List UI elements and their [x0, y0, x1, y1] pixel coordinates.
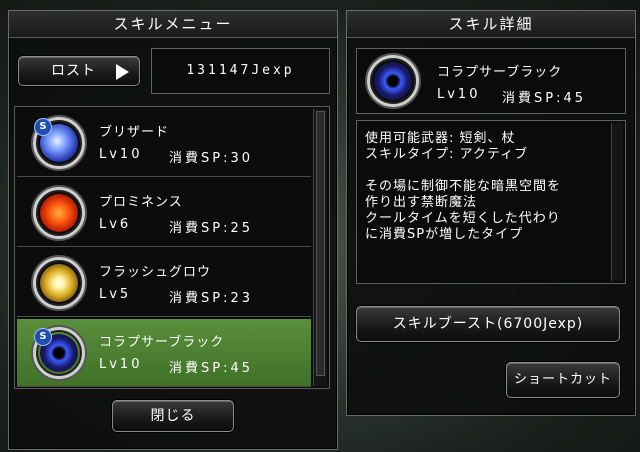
skill-sp-cost: 消費SP:45 — [169, 361, 254, 376]
skill-type-badge: S — [34, 328, 52, 346]
lost-button-label: ロスト — [51, 63, 96, 79]
skill-name: フラッシュグロウ — [99, 265, 212, 280]
shortcut-button[interactable]: ショートカット — [506, 362, 620, 398]
blizzard-icon: S — [33, 117, 85, 169]
scrollbar-thumb[interactable] — [316, 111, 325, 376]
skill-name: コラプサーブラック — [99, 335, 225, 350]
skill-boost-button[interactable]: スキルブースト(6700Jexp) — [356, 306, 620, 342]
skill-name: ブリザード — [99, 125, 170, 140]
lost-button[interactable]: ロスト — [18, 56, 140, 86]
description-line: に消費SPが増したタイプ — [365, 227, 524, 242]
skill-row-blizzard[interactable]: S ブリザード Lv10 消費SP:30 — [17, 109, 311, 177]
skill-name: プロミネンス — [99, 195, 183, 210]
skill-sp-cost: 消費SP:23 — [169, 291, 254, 306]
detail-skill-sp-cost: 消費SP:45 — [502, 91, 587, 106]
prominence-icon — [33, 187, 85, 239]
collapsar-black-icon — [367, 55, 419, 107]
skill-detail-header: コラプサーブラック Lv10 消費SP:45 — [356, 48, 626, 114]
skill-list-scrollbar[interactable] — [313, 109, 327, 386]
skill-level: Lv5 — [99, 287, 132, 302]
skill-sp-cost: 消費SP:25 — [169, 221, 254, 236]
detail-skill-name: コラプサーブラック — [437, 65, 563, 80]
skill-list: S ブリザード Lv10 消費SP:30 プロミネンス Lv6 消費SP:25 … — [14, 106, 330, 389]
skill-level: Lv10 — [99, 357, 143, 372]
flash-glow-icon — [33, 257, 85, 309]
collapsar-black-icon: S — [33, 327, 85, 379]
skill-menu-title: スキルメニュー — [9, 11, 337, 38]
skill-description-box: 使用可能武器: 短剣、杖 スキルタイプ: アクティブ その場に制御不能な暗黒空間… — [356, 120, 626, 284]
description-scrollbar[interactable] — [611, 123, 623, 281]
skill-type-badge: S — [34, 118, 52, 136]
skill-row-collapsar-black[interactable]: S コラプサーブラック Lv10 消費SP:45 — [17, 319, 311, 387]
skill-row-prominence[interactable]: プロミネンス Lv6 消費SP:25 — [17, 179, 311, 247]
close-button[interactable]: 閉じる — [112, 400, 234, 432]
skill-level: Lv10 — [99, 147, 143, 162]
skill-row-flash-glow[interactable]: フラッシュグロウ Lv5 消費SP:23 — [17, 249, 311, 317]
skill-boost-button-label: スキルブースト(6700Jexp) — [392, 316, 584, 332]
play-arrow-icon — [116, 64, 129, 80]
description-line: スキルタイプ: アクティブ — [365, 147, 529, 162]
close-button-label: 閉じる — [150, 408, 196, 424]
skill-detail-title: スキル詳細 — [347, 11, 635, 38]
exp-display: 131147Jexp — [151, 48, 330, 94]
detail-skill-level: Lv10 — [437, 87, 481, 102]
skill-level: Lv6 — [99, 217, 132, 232]
shortcut-button-label: ショートカット — [513, 372, 612, 387]
skill-sp-cost: 消費SP:30 — [169, 151, 254, 166]
